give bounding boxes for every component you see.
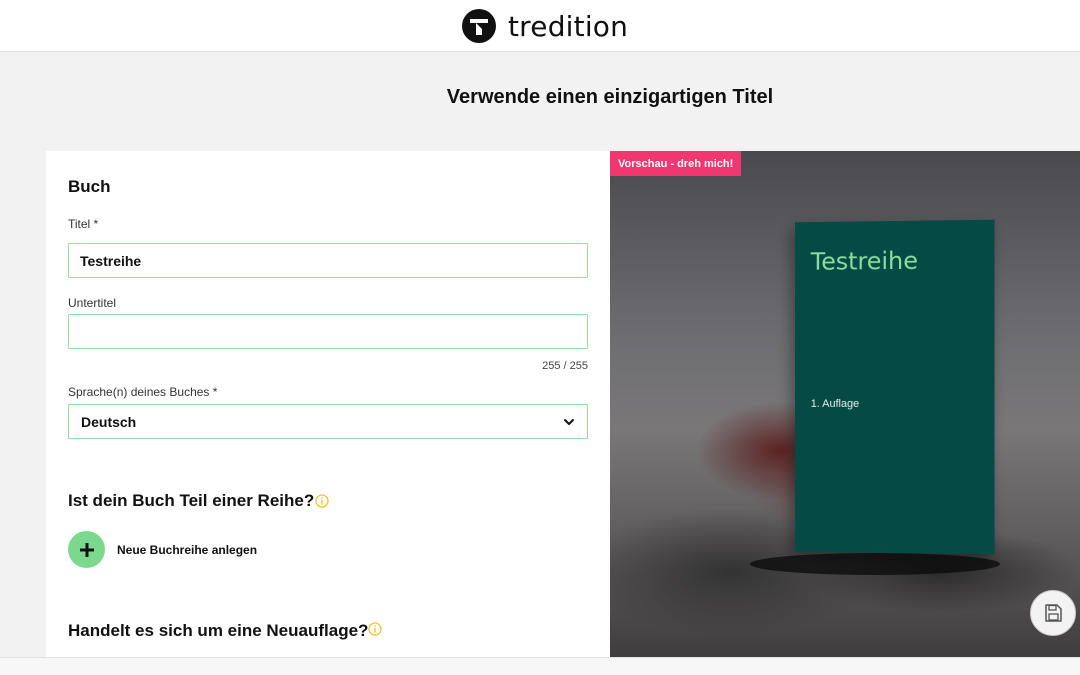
- page-title: Verwende einen einzigartigen Titel: [446, 86, 774, 108]
- new-series-button[interactable]: Neue Buchreihe anlegen: [68, 531, 257, 568]
- book-preview-3d[interactable]: Vorschau - dreh mich! Testreihe 1. Aufla…: [610, 151, 1080, 657]
- subtitle-label: Untertitel: [68, 296, 117, 310]
- language-label: Sprache(n) deines Buches *: [68, 385, 218, 399]
- title-label: Titel *: [68, 217, 99, 231]
- book-form-panel: Buch Titel * Untertitel 255 / 255 Sprach…: [46, 151, 610, 657]
- plus-icon: [79, 542, 94, 557]
- language-selected-value: Deutsch: [81, 413, 137, 430]
- language-select[interactable]: Deutsch: [68, 404, 588, 439]
- book-shadow: [750, 553, 1000, 575]
- subtitle-input[interactable]: [68, 314, 588, 349]
- chevron-down-icon: [564, 418, 574, 425]
- subtitle-char-counter: 255 / 255: [542, 360, 588, 372]
- title-input[interactable]: [68, 243, 588, 278]
- book-cover-title: Testreihe: [810, 246, 919, 276]
- save-icon: [1045, 604, 1062, 622]
- brand-name: tredition: [508, 9, 629, 43]
- book-cover-edition: 1. Auflage: [810, 397, 860, 410]
- new-edition-question: Handelt es sich um eine Neuauflage?: [68, 621, 369, 640]
- bottom-bar: [0, 657, 1080, 675]
- info-icon[interactable]: [315, 494, 329, 508]
- tredition-logo-icon: [462, 9, 496, 43]
- new-series-label: Neue Buchreihe anlegen: [117, 542, 258, 557]
- top-bar: tredition: [0, 0, 1080, 52]
- add-series-circle[interactable]: [68, 531, 105, 568]
- book-cover[interactable]: Testreihe 1. Auflage: [795, 219, 995, 555]
- series-question: Ist dein Buch Teil einer Reihe?: [68, 491, 315, 510]
- info-icon[interactable]: [368, 622, 382, 636]
- section-title-book: Buch: [68, 177, 111, 196]
- save-button[interactable]: [1030, 590, 1076, 636]
- preview-badge[interactable]: Vorschau - dreh mich!: [610, 151, 742, 176]
- brand-logo[interactable]: tredition: [462, 8, 628, 44]
